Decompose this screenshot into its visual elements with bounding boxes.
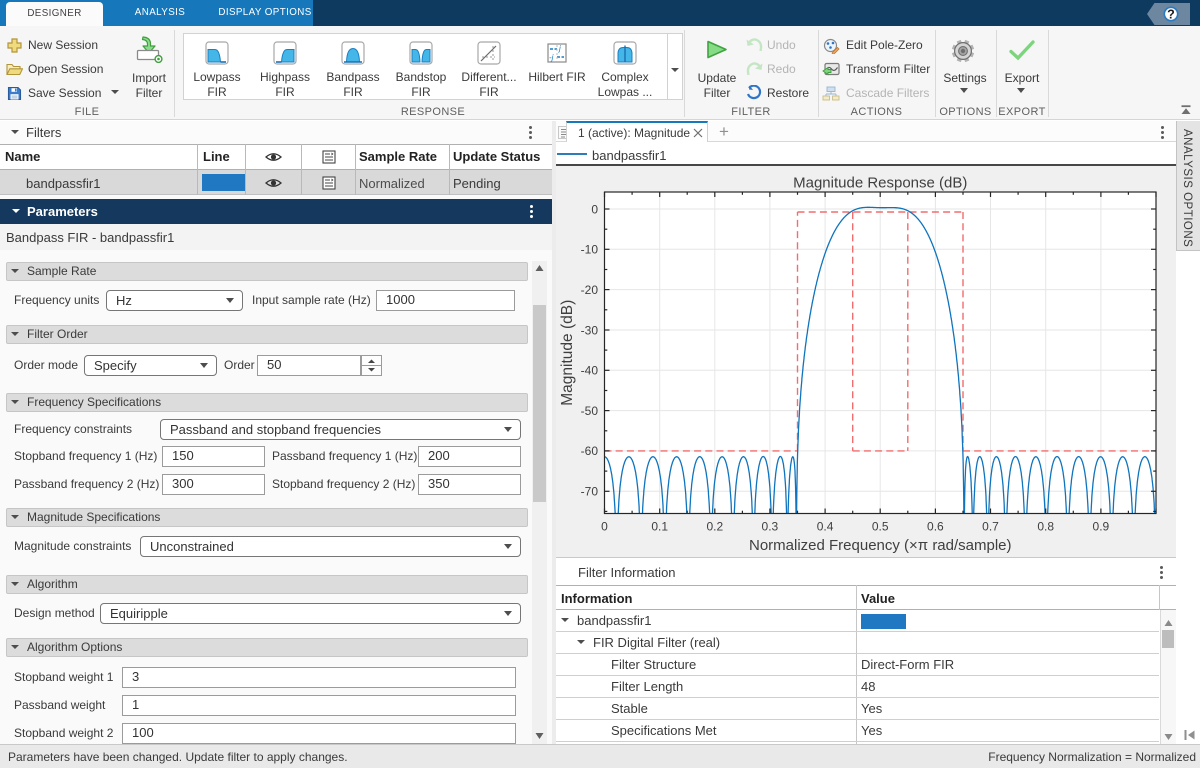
- svg-text:-40: -40: [581, 364, 599, 378]
- svg-text:?: ?: [1167, 8, 1175, 22]
- svg-text:0: 0: [601, 520, 608, 534]
- svg-text:-60: -60: [581, 444, 599, 458]
- svg-text:0.5: 0.5: [872, 520, 889, 534]
- svg-text:-10: -10: [581, 243, 599, 257]
- svg-text:0.7: 0.7: [982, 520, 999, 534]
- svg-text:Magnitude (dB): Magnitude (dB): [559, 300, 576, 406]
- svg-text:-20: -20: [581, 283, 599, 297]
- svg-text:0.2: 0.2: [706, 520, 723, 534]
- svg-text:Normalized Frequency (×π rad/s: Normalized Frequency (×π rad/sample): [749, 537, 1012, 554]
- svg-text:-30: -30: [581, 323, 599, 337]
- svg-text:0.3: 0.3: [762, 520, 779, 534]
- svg-text:0.8: 0.8: [1037, 520, 1054, 534]
- svg-text:0.1: 0.1: [651, 520, 668, 534]
- svg-text:0.6: 0.6: [927, 520, 944, 534]
- svg-text:0.9: 0.9: [1093, 520, 1110, 534]
- svg-text:Magnitude Response (dB): Magnitude Response (dB): [793, 175, 967, 192]
- svg-text:0: 0: [591, 202, 598, 216]
- svg-text:j: j: [558, 44, 561, 53]
- svg-text:-50: -50: [581, 404, 599, 418]
- svg-text:0.4: 0.4: [817, 520, 834, 534]
- svg-text:-70: -70: [581, 485, 599, 499]
- svg-text:-j: -j: [549, 53, 554, 62]
